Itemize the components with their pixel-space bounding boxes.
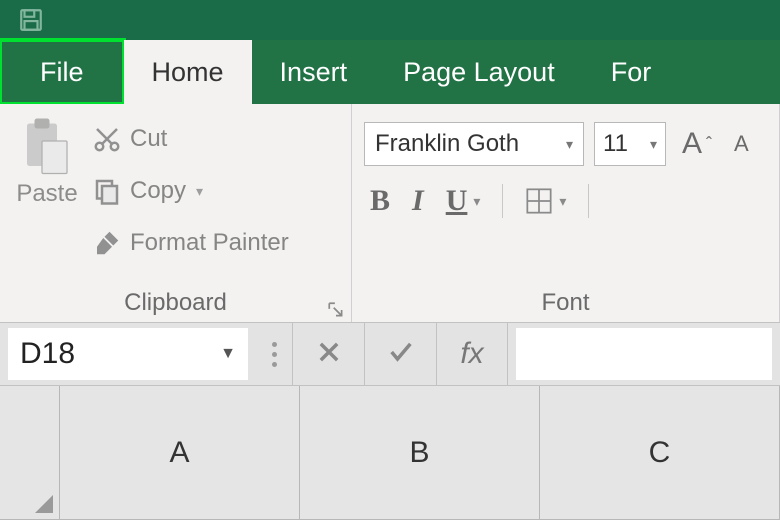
cut-label: Cut <box>130 125 167 153</box>
column-header-b[interactable]: B <box>300 386 540 520</box>
letter-a-large-icon: A <box>682 129 702 159</box>
column-header-a[interactable]: A <box>60 386 300 520</box>
borders-icon <box>525 187 553 215</box>
paste-button[interactable]: Paste <box>12 116 82 208</box>
excel-window: File Home Insert Page Layout For Paste <box>0 0 780 520</box>
font-size-dropdown[interactable]: 11 ▾ <box>594 122 666 166</box>
chevron-down-icon: ▾ <box>559 193 566 210</box>
copy-icon <box>92 176 122 206</box>
borders-button[interactable]: ▾ <box>519 185 572 217</box>
copy-button[interactable]: Copy ▾ <box>92 168 289 214</box>
italic-button[interactable]: I <box>406 182 430 220</box>
select-all-corner[interactable] <box>0 386 60 520</box>
group-label-clipboard: Clipboard <box>0 284 351 322</box>
font-size-value: 11 <box>603 130 628 158</box>
chevron-down-icon: ▾ <box>650 136 657 153</box>
chevron-down-icon: ▾ <box>566 136 573 153</box>
separator <box>588 184 589 218</box>
x-icon <box>315 338 343 371</box>
formula-bar: D18 ▼ fx <box>0 322 780 386</box>
tab-insert[interactable]: Insert <box>252 40 376 104</box>
tab-formulas[interactable]: For <box>583 40 660 104</box>
tab-home[interactable]: Home <box>124 40 252 104</box>
save-icon[interactable] <box>18 7 44 33</box>
font-name-value: Franklin Goth <box>375 130 519 158</box>
paste-icon <box>22 116 72 176</box>
underline-label: U <box>446 184 468 218</box>
column-headers: A B C <box>0 386 780 520</box>
paste-label: Paste <box>16 180 77 208</box>
group-clipboard: Paste Cut Copy ▾ <box>0 104 352 322</box>
chevron-down-icon: ▾ <box>196 183 203 200</box>
column-header-c[interactable]: C <box>540 386 780 520</box>
letter-a-small-icon: A <box>734 133 749 155</box>
dialog-launcher-icon[interactable] <box>327 298 345 316</box>
name-box[interactable]: D18 ▼ <box>8 328 248 380</box>
underline-button[interactable]: U ▾ <box>440 182 487 220</box>
paintbrush-icon <box>92 228 122 258</box>
check-icon <box>387 338 415 371</box>
decrease-font-size-button[interactable]: A <box>728 131 755 157</box>
tab-file[interactable]: File <box>0 40 124 104</box>
cancel-button[interactable] <box>292 322 364 386</box>
name-box-value: D18 <box>20 337 75 371</box>
fx-label: fx <box>460 337 483 371</box>
format-painter-label: Format Painter <box>130 229 289 257</box>
scissors-icon <box>92 124 122 154</box>
group-label-font: Font <box>352 284 779 322</box>
enter-button[interactable] <box>364 322 436 386</box>
grip-handle[interactable] <box>256 342 292 367</box>
formula-input[interactable] <box>516 328 772 380</box>
quick-access-toolbar <box>0 0 780 40</box>
separator <box>502 184 503 218</box>
chevron-down-icon[interactable]: ▼ <box>220 345 236 363</box>
tab-page-layout[interactable]: Page Layout <box>375 40 583 104</box>
ribbon: Paste Cut Copy ▾ <box>0 104 780 322</box>
format-painter-button[interactable]: Format Painter <box>92 220 289 266</box>
insert-function-button[interactable]: fx <box>436 322 508 386</box>
bold-button[interactable]: B <box>364 182 396 220</box>
increase-font-size-button[interactable]: Aˆ <box>676 127 718 161</box>
chevron-down-icon: ▾ <box>473 193 480 210</box>
ribbon-tabs: File Home Insert Page Layout For <box>0 40 780 104</box>
font-name-dropdown[interactable]: Franklin Goth ▾ <box>364 122 584 166</box>
copy-label: Copy <box>130 177 186 205</box>
cut-button[interactable]: Cut <box>92 116 289 162</box>
group-font: Franklin Goth ▾ 11 ▾ Aˆ A B <box>352 104 780 322</box>
